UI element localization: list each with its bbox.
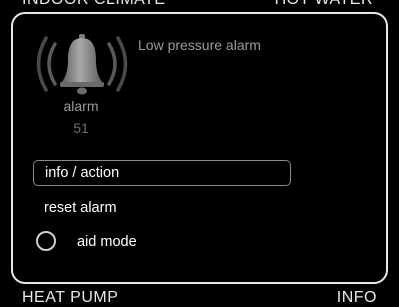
alarm-label: alarm [63,98,99,114]
aid-mode-item[interactable]: aid mode [33,230,291,256]
aid-mode-label: aid mode [77,234,137,250]
menu-hot-water[interactable]: HOT WATER [275,0,373,9]
alarm-title: Low pressure alarm [138,37,261,53]
reset-alarm-item[interactable]: reset alarm [33,196,291,222]
aid-mode-radio[interactable] [36,231,56,251]
info-action-item[interactable]: info / action [33,160,291,186]
alarm-code: 51 [73,120,89,136]
menu-info[interactable]: INFO [337,289,377,307]
alarm-bell-icon [36,34,128,95]
menu-heat-pump[interactable]: HEAT PUMP [22,289,118,307]
alarm-dialog: Low pressure alarm alarm 51 info / actio… [11,12,388,284]
info-action-label: info / action [45,165,120,181]
menu-indoor-climate[interactable]: INDOOR CLIMATE [22,0,166,9]
reset-alarm-label: reset alarm [44,200,117,216]
